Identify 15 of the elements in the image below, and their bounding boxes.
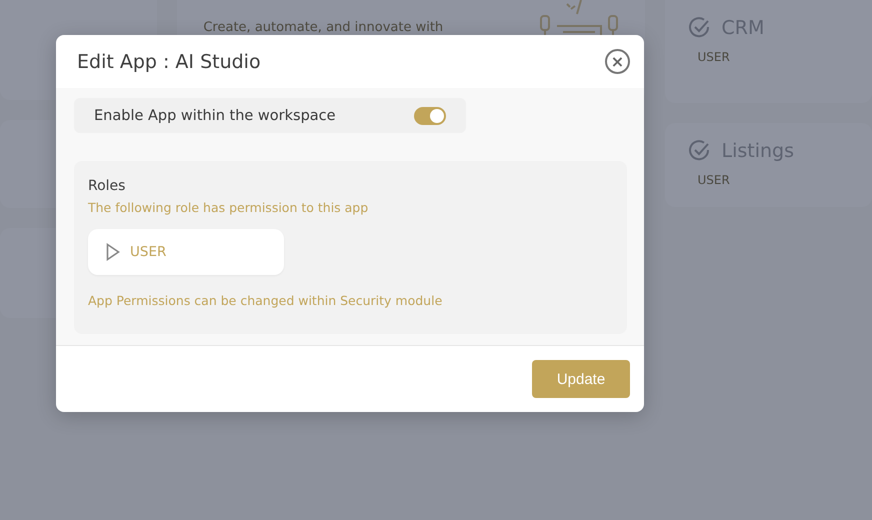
update-button[interactable]: Update xyxy=(532,360,630,398)
play-icon xyxy=(106,243,120,261)
role-item[interactable]: USER xyxy=(88,229,284,275)
card-description: Create, automate, and innovate with xyxy=(203,20,444,35)
permissions-note: App Permissions can be changed within Security module xyxy=(88,293,444,308)
enable-toggle[interactable] xyxy=(414,106,446,124)
check-circle-icon xyxy=(687,139,712,163)
role-label: USER xyxy=(697,173,730,187)
dialog-title: Edit App : AI Studio xyxy=(77,50,261,72)
enable-label: Enable App within the workspace xyxy=(94,108,336,124)
role-label: USER xyxy=(697,50,730,64)
roles-heading: Roles xyxy=(88,178,126,194)
close-button[interactable]: × xyxy=(605,49,630,74)
check-circle-icon xyxy=(687,16,712,40)
roles-note: The following role has permission to this app xyxy=(88,200,370,215)
